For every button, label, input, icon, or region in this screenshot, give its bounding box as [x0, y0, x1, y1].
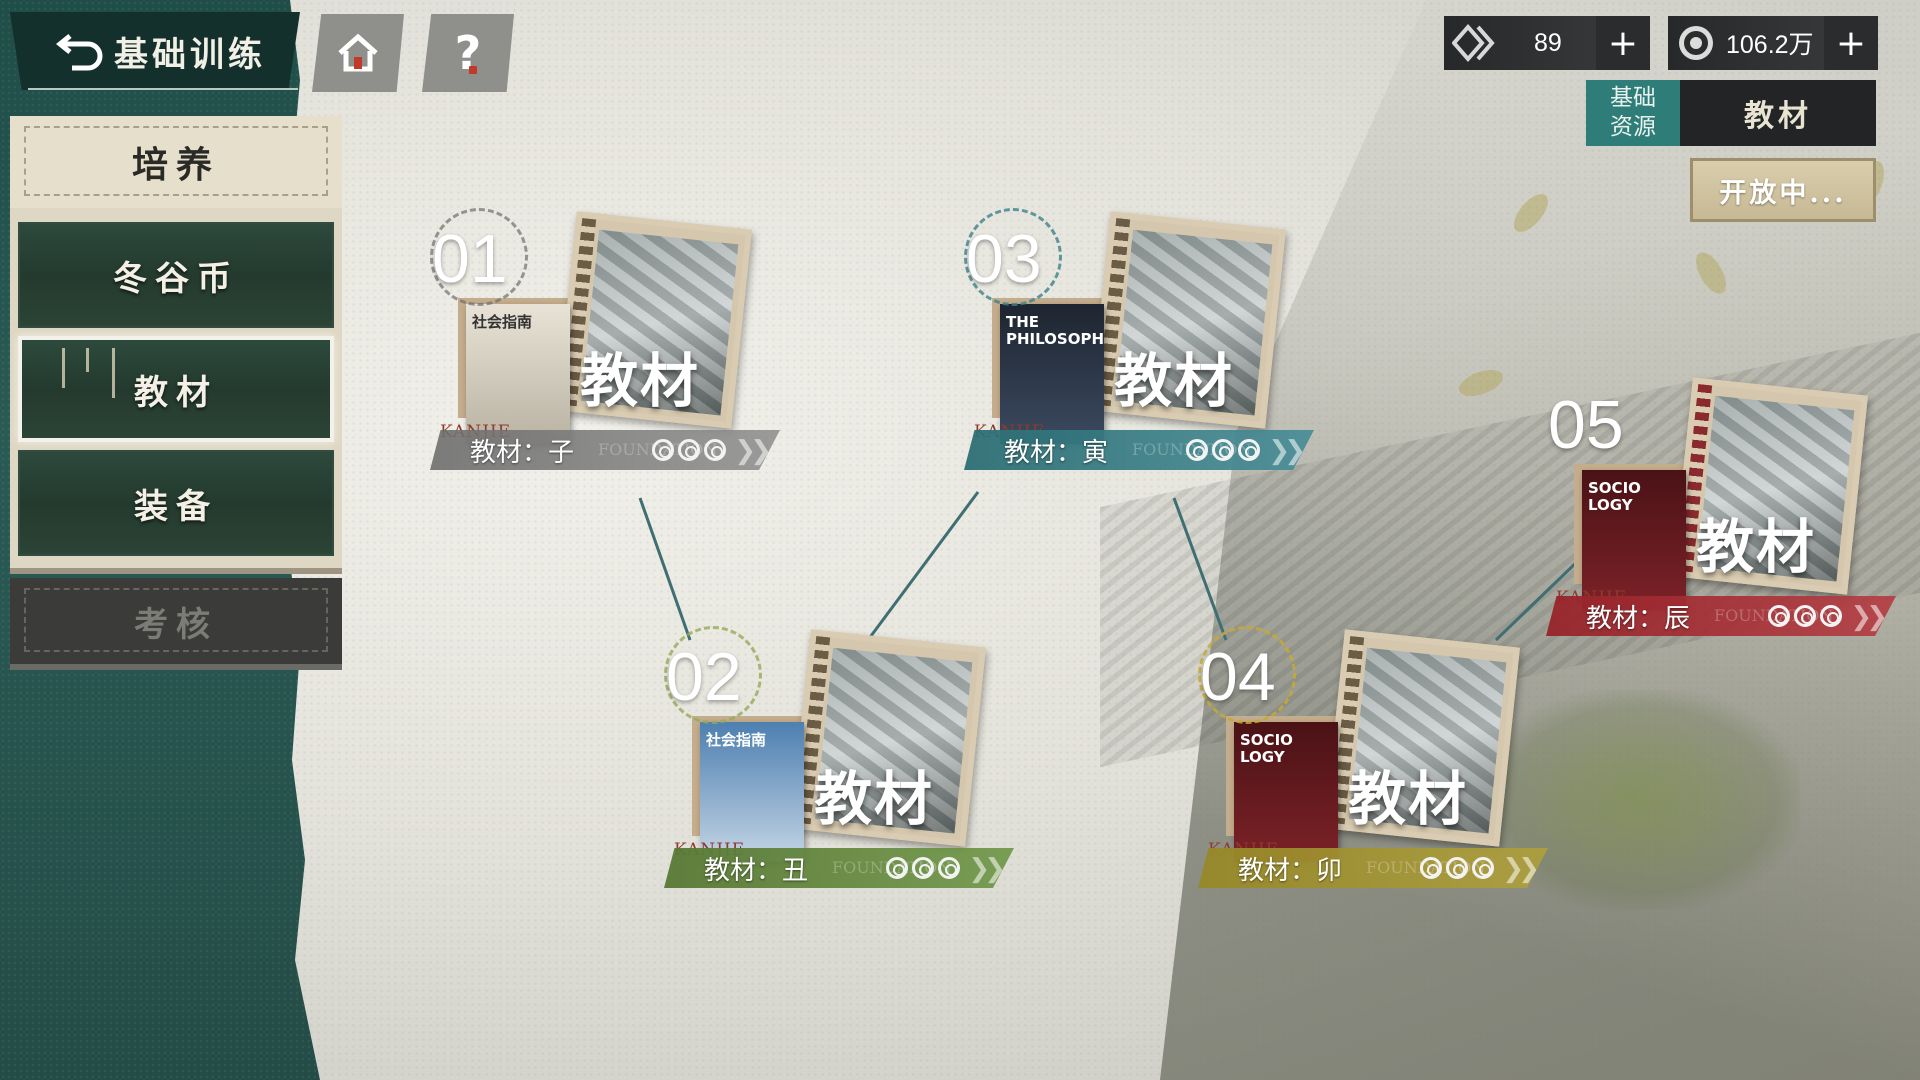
currency-stamina: 89 + [1444, 16, 1650, 70]
menu-item-label: 冬谷币 [113, 258, 239, 299]
stage-card-05[interactable]: SOCIO LOGY 05 教材 KANJIE 教材：辰 FOUNDATION … [1546, 374, 1906, 644]
star-icon [652, 439, 674, 461]
stage-cover-title: 教材 [814, 765, 935, 833]
currency-value: 106.2万 [1726, 31, 1814, 59]
back-button[interactable]: 基础训练 [10, 12, 300, 90]
open-status-button[interactable]: 开放中... [1690, 158, 1876, 222]
stage-card-03[interactable]: THE PHILOSOPHY 03 教材 KANJIE 教材：寅 FOUNDAT… [964, 208, 1324, 478]
star-icon [912, 857, 934, 879]
help-icon: ? [454, 26, 482, 80]
tab-label: 基础 资源 [1610, 85, 1656, 140]
home-button[interactable] [312, 14, 404, 92]
stage-card-01[interactable]: 社会指南 01 教材 KANJIE 教材：子 FOUNDATION ❯❯ [430, 208, 790, 478]
star-icon [1472, 857, 1494, 879]
star-icon [678, 439, 700, 461]
menu-item-material[interactable]: 教材 [18, 336, 334, 442]
star-rating [886, 848, 960, 888]
stage-cover-title: 教材 [1114, 347, 1235, 415]
stage-name-bar: 教材：卯 FOUNDATION ❯❯ [1198, 848, 1548, 888]
stage-name-bar: 教材：丑 FOUNDATION ❯❯ [664, 848, 1014, 888]
stage-name-bar: 教材：子 FOUNDATION ❯❯ [430, 430, 780, 470]
tab-basic-resources[interactable]: 基础 资源 [1586, 80, 1680, 146]
stage-cover-title: 教材 [1696, 513, 1817, 581]
menu-item-equipment[interactable]: 装备 [18, 450, 334, 556]
chevron-right-icon: ❯❯ [1850, 602, 1887, 632]
tab-material[interactable]: 教材 [1680, 80, 1876, 146]
menu-group-title: 培养 [131, 144, 220, 186]
home-icon [338, 33, 378, 72]
star-rating [1186, 430, 1260, 470]
star-rating [1420, 848, 1494, 888]
star-icon [938, 857, 960, 879]
stage-name: 教材：丑 [704, 855, 809, 886]
stage-name: 教材：寅 [1004, 437, 1109, 468]
title-underline [28, 88, 298, 90]
star-icon [1186, 439, 1208, 461]
stage-name: 教材：辰 [1586, 603, 1691, 634]
star-rating [652, 430, 726, 470]
star-icon [1238, 439, 1260, 461]
star-icon [1446, 857, 1468, 879]
star-icon [1420, 857, 1442, 879]
stage-name-bar: 教材：寅 FOUNDATION ❯❯ [964, 430, 1314, 470]
star-rating [1768, 596, 1842, 636]
add-coin-button[interactable]: + [1824, 16, 1878, 70]
stage-name: 教材：子 [470, 437, 575, 468]
chevron-right-icon: ❯❯ [1268, 436, 1305, 466]
stage-name-bar: 教材：辰 FOUNDATION ❯❯ [1546, 596, 1896, 636]
stage-card-02[interactable]: 社会指南 02 教材 KANJIE 教材：丑 FOUNDATION ❯❯ [664, 626, 1024, 896]
menu-item-label: 装备 [134, 486, 218, 527]
stage-card-04[interactable]: SOCIO LOGY 04 教材 KANJIE 教材：卯 FOUNDATION … [1198, 626, 1558, 896]
stage-number: 05 [1548, 387, 1624, 463]
menu-tab-label: 考核 [134, 604, 218, 645]
currency-coin: 106.2万 + [1668, 16, 1878, 70]
currency-value: 89 [1534, 28, 1562, 57]
star-icon [1794, 605, 1816, 627]
tab-label: 教材 [1744, 99, 1812, 134]
back-arrow-icon [56, 34, 103, 71]
stage-name: 教材：卯 [1238, 855, 1343, 886]
star-icon [1768, 605, 1790, 627]
stage-number: 02 [666, 639, 742, 715]
stage-number: 03 [966, 221, 1042, 297]
stage-number: 01 [432, 221, 508, 297]
add-stamina-button[interactable]: + [1596, 16, 1650, 70]
menu-item-coin[interactable]: 冬谷币 [18, 222, 334, 328]
help-button[interactable]: ? [422, 14, 514, 92]
stage-number: 04 [1200, 639, 1276, 715]
chevron-right-icon: ❯❯ [734, 436, 771, 466]
star-icon [1212, 439, 1234, 461]
page-title: 基础训练 [114, 34, 266, 75]
chevron-right-icon: ❯❯ [1502, 854, 1539, 884]
menu-group-header: 培养 [10, 116, 342, 208]
chevron-right-icon: ❯❯ [968, 854, 1005, 884]
stage-cover-title: 教材 [580, 347, 701, 415]
open-status-label: 开放中... [1719, 177, 1847, 209]
star-icon [1820, 605, 1842, 627]
menu-tab-assessment[interactable]: 考核 [10, 578, 342, 670]
coin-icon [1679, 26, 1713, 60]
stamina-crystal-icon [1452, 23, 1495, 63]
stage-cover-title: 教材 [1348, 765, 1469, 833]
menu-item-label: 教材 [134, 372, 218, 413]
star-icon [886, 857, 908, 879]
star-icon [704, 439, 726, 461]
